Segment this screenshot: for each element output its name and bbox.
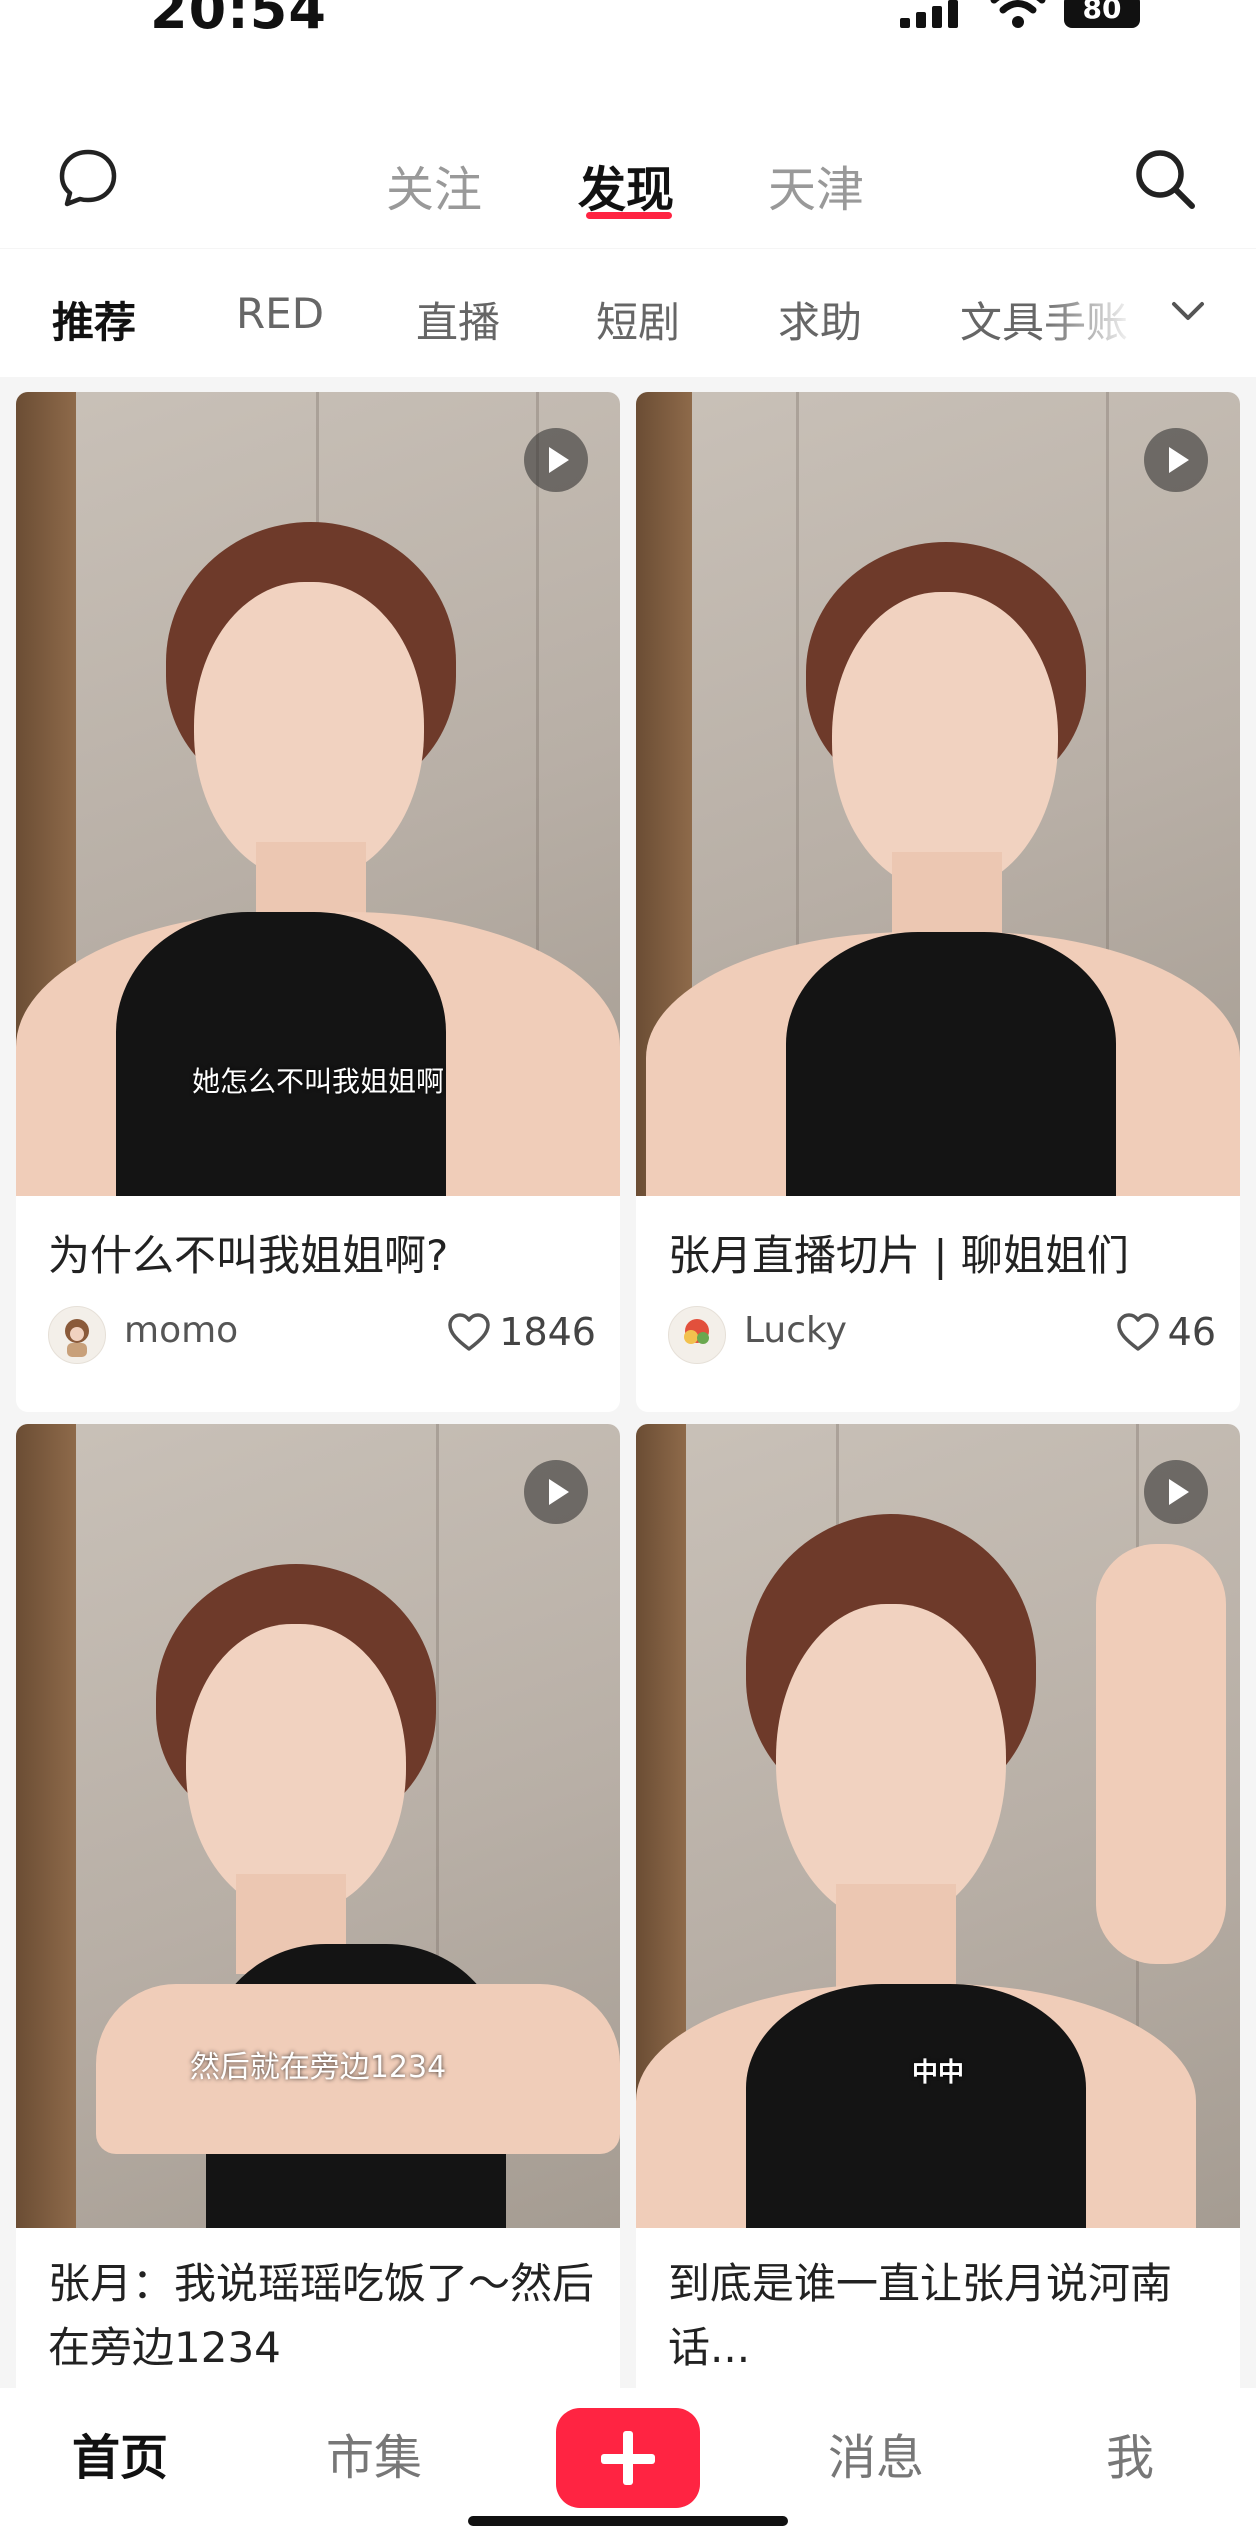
bottom-navigation: 首页 市集 消息 我 — [0, 2388, 1256, 2542]
card-title: 为什么不叫我姐姐啊? — [48, 1231, 449, 1280]
video-thumbnail — [636, 392, 1240, 1196]
tab-local-city[interactable]: 天津 — [768, 150, 864, 220]
like-button[interactable]: 1846 — [447, 1310, 596, 1354]
cellular-signal-icon — [900, 0, 958, 28]
search-icon[interactable] — [1132, 146, 1198, 212]
like-button[interactable]: 46 — [1116, 1310, 1216, 1354]
video-thumbnail: 中中 — [636, 1424, 1240, 2228]
avatar[interactable] — [48, 1306, 106, 1364]
tab-follow[interactable]: 关注 — [386, 150, 482, 220]
play-icon — [524, 428, 588, 492]
author-name[interactable]: Lucky — [744, 1310, 847, 1351]
video-caption: 中中 — [911, 2058, 964, 2088]
play-icon — [1144, 428, 1208, 492]
active-tab-indicator — [586, 212, 672, 219]
nav-home[interactable]: 首页 — [72, 2418, 168, 2488]
video-thumbnail: 然后就在旁边1234 — [16, 1424, 620, 2228]
home-indicator — [468, 2516, 788, 2526]
avatar[interactable] — [668, 1306, 726, 1364]
card-title: 张月直播切片 | 聊姐姐们 — [668, 1231, 1129, 1280]
channel-recommended[interactable]: 推荐 — [52, 289, 136, 350]
video-caption: 然后就在旁边1234 — [189, 2050, 447, 2085]
like-count: 1846 — [499, 1310, 596, 1354]
chevron-down-icon[interactable] — [1166, 289, 1210, 333]
channel-fade — [1040, 249, 1256, 377]
publish-button[interactable] — [556, 2408, 700, 2508]
feed-card[interactable]: 张月直播切片 | 聊姐姐们 Lucky 46 — [636, 392, 1240, 1412]
nav-me[interactable]: 我 — [1106, 2418, 1154, 2488]
play-icon — [1144, 1460, 1208, 1524]
author-name[interactable]: momo — [124, 1310, 238, 1351]
author-row: momo 1846 — [48, 1302, 596, 1368]
top-navigation: 关注 发现 天津 — [0, 40, 1256, 289]
channel-red[interactable]: RED — [236, 289, 324, 338]
wifi-icon — [990, 0, 1046, 28]
battery-icon: 80 — [1064, 0, 1140, 28]
like-count: 46 — [1167, 1310, 1216, 1354]
video-caption: 她怎么不叫我姐姐啊 — [191, 1065, 444, 1098]
feed-card[interactable]: 她怎么不叫我姐姐啊 为什么不叫我姐姐啊? momo 1846 — [16, 392, 620, 1412]
status-time: 20:54 — [150, 0, 327, 41]
channel-live[interactable]: 直播 — [416, 289, 500, 350]
nav-messages[interactable]: 消息 — [828, 2418, 924, 2488]
author-row: Lucky 46 — [668, 1302, 1216, 1368]
tab-discover[interactable]: 发现 — [578, 150, 674, 220]
channel-help[interactable]: 求助 — [778, 289, 862, 350]
status-bar: 20:54 80 — [0, 0, 1256, 41]
play-icon — [524, 1460, 588, 1524]
feed-card[interactable]: 然后就在旁边1234 张月：我说瑶瑶吃饭了～然后在旁边1234 — [16, 1424, 620, 2404]
message-bubble-icon[interactable] — [56, 146, 120, 210]
feed-card[interactable]: 中中 到底是谁一直让张月说河南话... — [636, 1424, 1240, 2404]
nav-market[interactable]: 市集 — [326, 2418, 422, 2488]
heart-icon — [448, 1313, 491, 1351]
video-thumbnail: 她怎么不叫我姐姐啊 — [16, 392, 620, 1196]
channel-bar: 推荐 RED 直播 短剧 求助 文具手账 — [0, 249, 1256, 377]
card-title: 张月：我说瑶瑶吃饭了～然后在旁边1234 — [48, 2259, 595, 2372]
channel-short-drama[interactable]: 短剧 — [596, 289, 680, 350]
card-title: 到底是谁一直让张月说河南话... — [668, 2259, 1173, 2372]
heart-icon — [1116, 1313, 1159, 1351]
